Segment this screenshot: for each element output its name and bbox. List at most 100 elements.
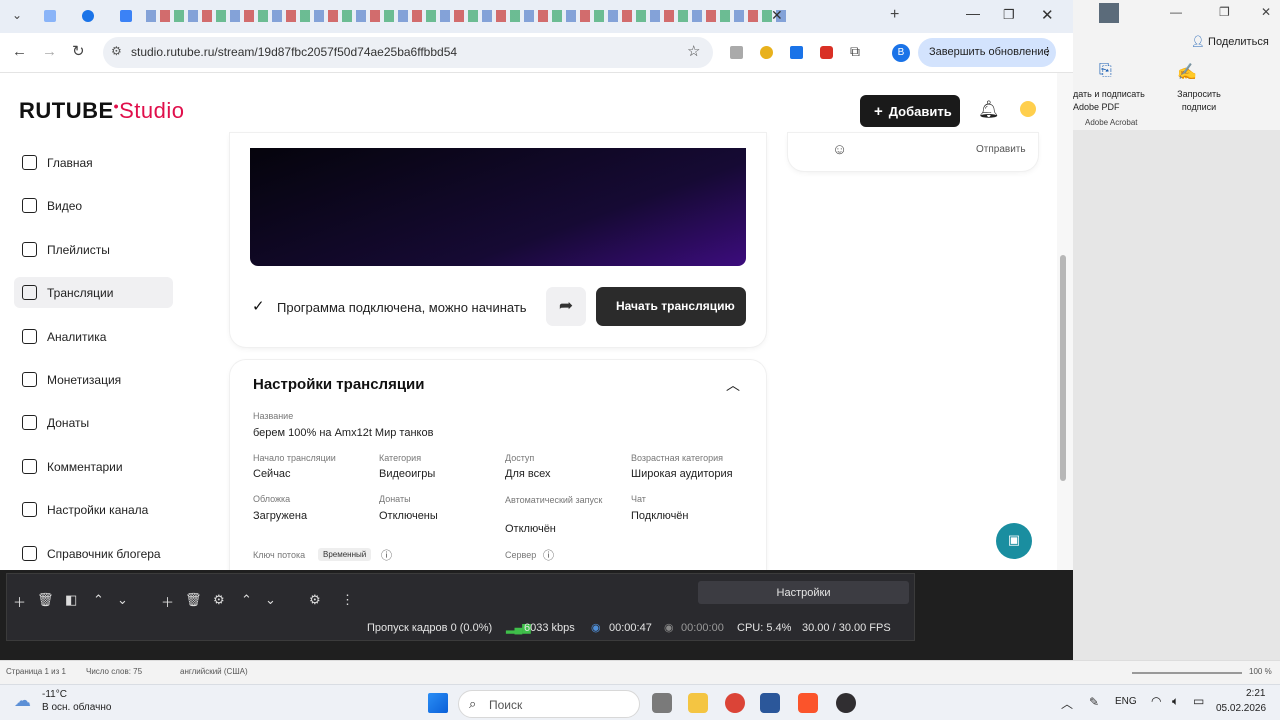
collapse-chevron-icon[interactable]: ︿: [726, 375, 740, 395]
source-settings-icon[interactable]: ⚙: [213, 592, 225, 608]
add-source-icon[interactable]: ＋: [161, 592, 174, 611]
page-scrollbar[interactable]: [1057, 73, 1073, 570]
source-up-icon[interactable]: ⌃: [241, 592, 252, 608]
share-button[interactable]: 👤︎ Поделиться: [1191, 35, 1269, 48]
sidebar-item[interactable]: Видео: [14, 190, 173, 221]
volume-icon[interactable]: 🔈︎: [1172, 694, 1179, 709]
convert-pdf-icon[interactable]: ⎘: [1099, 62, 1112, 80]
weather-icon[interactable]: ☁: [14, 691, 31, 711]
restore-icon[interactable]: ❐: [1003, 7, 1015, 23]
extensions-puzzle-icon[interactable]: ⧉: [850, 43, 860, 60]
server-help-icon[interactable]: ⓘ: [543, 547, 554, 563]
acrobat-close-icon[interactable]: ✕: [1261, 5, 1271, 19]
sidebar-item[interactable]: Монетизация: [14, 364, 173, 395]
sidebar-item[interactable]: Настройки канала: [14, 494, 173, 525]
source-down-icon[interactable]: ⌄: [265, 592, 276, 608]
sign-icon[interactable]: ✍: [1177, 62, 1197, 82]
support-chat-button[interactable]: ▣: [996, 523, 1032, 559]
send-comment-button[interactable]: Отправить: [976, 144, 1026, 155]
rutube-studio-logo[interactable]: RUTUBE•Studio: [19, 98, 184, 124]
sidebar-item[interactable]: Донаты: [14, 407, 173, 438]
sidebar-item[interactable]: Главная: [14, 147, 173, 178]
sidebar-item-label: Настройки канала: [47, 503, 149, 518]
language[interactable]: английский (США): [180, 667, 248, 676]
obs-controls: ＋ 🗑︎ ◧ ⌃ ⌄ ＋ 🗑︎ ⚙ ⌃ ⌄ ⚙ ⋮ Настройки Проп…: [6, 573, 915, 641]
tab-favicon[interactable]: [120, 10, 132, 22]
close-window-icon[interactable]: ✕: [1041, 6, 1054, 24]
zoom-slider[interactable]: [1132, 672, 1242, 674]
word-count[interactable]: Число слов: 75: [86, 667, 142, 676]
input-language[interactable]: ENG: [1115, 696, 1137, 707]
back-icon[interactable]: ←: [12, 43, 27, 60]
clock-time[interactable]: 2:21: [1246, 688, 1265, 699]
forward-icon[interactable]: →: [42, 43, 57, 60]
theme-toggle-icon[interactable]: [1020, 101, 1036, 117]
word-icon[interactable]: [760, 693, 780, 713]
brave-icon[interactable]: [798, 693, 818, 713]
mixer-menu-icon[interactable]: ⋮: [341, 592, 354, 608]
sidebar-item[interactable]: Комментарии: [14, 451, 173, 482]
acrobat-restore-icon[interactable]: ❐: [1219, 5, 1230, 19]
home-icon: [22, 155, 37, 170]
page-count[interactable]: Страница 1 из 1: [6, 667, 66, 676]
chrome-icon[interactable]: [725, 693, 745, 713]
zoom-level[interactable]: 100 %: [1249, 667, 1272, 676]
profile-avatar[interactable]: B: [892, 44, 910, 62]
tab-favicon[interactable]: [82, 10, 94, 22]
add-button[interactable]: + Добавить: [860, 95, 960, 127]
add-scene-icon[interactable]: ＋: [13, 592, 26, 611]
tab-close-icon[interactable]: ✕: [771, 7, 783, 24]
update-browser-button[interactable]: Завершить обновление ⋮: [918, 38, 1056, 67]
remove-scene-icon[interactable]: 🗑︎: [37, 592, 54, 608]
stream-key-help-icon[interactable]: ⓘ: [381, 547, 392, 563]
convert-pdf-label[interactable]: дать и подписать Adobe PDF: [1073, 88, 1161, 114]
extension-icon[interactable]: [790, 46, 803, 59]
mixer-settings-icon[interactable]: ⚙: [309, 592, 321, 608]
tray-chevron-icon[interactable]: ︿: [1061, 695, 1073, 712]
task-view-icon[interactable]: [652, 693, 672, 713]
name-value: берем 100% на Amx12t Мир танков: [253, 427, 434, 439]
start-stream-button[interactable]: Начать трансляцию: [596, 287, 746, 326]
extension-icon[interactable]: [820, 46, 833, 59]
temperature[interactable]: -11°C: [42, 689, 67, 700]
minimize-icon[interactable]: —: [966, 5, 980, 21]
tab-favicon[interactable]: [44, 10, 56, 22]
bookmark-star-icon[interactable]: ☆: [687, 42, 700, 60]
obs-icon[interactable]: [836, 693, 856, 713]
start-button[interactable]: [428, 693, 448, 713]
site-info-icon[interactable]: ⚙: [111, 44, 122, 58]
share-button[interactable]: ➦: [546, 287, 586, 326]
sidebar-item[interactable]: Аналитика: [14, 321, 173, 352]
wifi-icon[interactable]: ◠: [1151, 694, 1161, 708]
request-sign-label[interactable]: Запросить подписи: [1166, 88, 1232, 114]
move-up-icon[interactable]: ⌃: [93, 592, 104, 608]
notifications-bell-icon[interactable]: 🔔︎: [978, 100, 1000, 120]
stream-preview-video[interactable]: [250, 148, 746, 266]
sidebar-item[interactable]: Плейлисты: [14, 234, 173, 265]
move-down-icon[interactable]: ⌄: [117, 592, 128, 608]
tab-strip[interactable]: [146, 10, 786, 22]
user-avatar-icon[interactable]: [1099, 3, 1119, 23]
url-box[interactable]: ⚙ studio.rutube.ru/stream/19d87fbc2057f5…: [103, 37, 713, 68]
acrobat-minimize-icon[interactable]: —: [1170, 5, 1182, 19]
scrollbar-thumb[interactable]: [1060, 255, 1066, 481]
clock-date[interactable]: 05.02.2026: [1216, 703, 1266, 714]
extension-icon[interactable]: [730, 46, 743, 59]
weather-text[interactable]: В осн. облачно: [42, 702, 111, 713]
reload-icon[interactable]: ↻: [72, 42, 85, 60]
url-text[interactable]: studio.rutube.ru/stream/19d87fbc2057f50d…: [131, 45, 457, 59]
tab-list-chevron-icon[interactable]: ⌄: [12, 8, 22, 22]
emoji-icon[interactable]: ☺: [832, 141, 847, 158]
file-explorer-icon[interactable]: [688, 693, 708, 713]
settings-title[interactable]: Настройки трансляции: [253, 376, 425, 393]
filter-icon[interactable]: ◧: [65, 592, 77, 608]
remove-source-icon[interactable]: 🗑︎: [185, 592, 202, 608]
tray-app-icon[interactable]: ✎: [1089, 695, 1099, 709]
sidebar-item[interactable]: Трансляции: [14, 277, 173, 309]
new-tab-icon[interactable]: +: [890, 6, 899, 24]
taskbar-search[interactable]: ⌕ Поиск: [458, 690, 640, 718]
obs-settings-button[interactable]: Настройки: [698, 581, 909, 604]
extension-icon[interactable]: [760, 46, 773, 59]
battery-icon[interactable]: ▭: [1193, 694, 1204, 708]
sidebar-item[interactable]: Справочник блогера: [14, 538, 173, 569]
